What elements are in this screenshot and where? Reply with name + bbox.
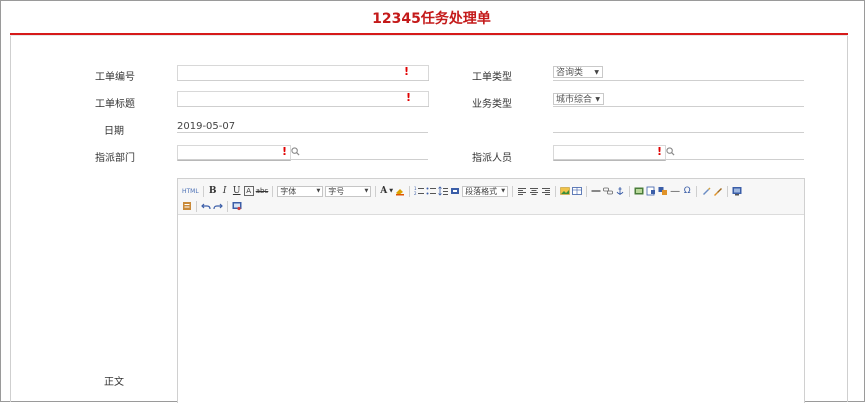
dept-label: 指派部门: [95, 153, 135, 164]
required-indicator: !: [404, 65, 410, 78]
align-right-icon[interactable]: [541, 186, 551, 196]
font-size-select[interactable]: 字号 ▼: [325, 185, 372, 197]
strikethrough-button[interactable]: abc: [256, 185, 269, 197]
template-icon[interactable]: [182, 201, 192, 211]
person-underline: [553, 159, 804, 160]
toolbar-separator: [196, 200, 197, 212]
date-value: 2019-05-07: [177, 121, 236, 132]
editor-content-area[interactable]: [178, 215, 804, 403]
insert-video-icon[interactable]: [634, 186, 644, 196]
toolbar-separator: [272, 185, 274, 197]
toolbar-separator: [227, 200, 228, 212]
toolbar-separator: [409, 185, 411, 197]
order-type-underline: [553, 80, 804, 81]
required-indicator: !: [657, 145, 663, 158]
dept-underline: [177, 159, 428, 160]
search-icon[interactable]: [291, 147, 300, 156]
underline-button[interactable]: U: [232, 185, 242, 197]
preview-icon[interactable]: [232, 201, 242, 211]
font-family-select[interactable]: 字体 ▼: [277, 185, 324, 197]
font-family-value: 字体: [280, 186, 297, 196]
order-no-input[interactable]: !: [177, 65, 429, 81]
chevron-down-icon: ▼: [389, 188, 394, 194]
fullscreen-icon[interactable]: [732, 186, 742, 196]
bold-button[interactable]: B: [208, 185, 218, 197]
link-icon[interactable]: [603, 186, 614, 196]
paragraph-format-value: 段落格式: [465, 186, 498, 196]
biz-type-select[interactable]: 城市综合 ▼: [553, 93, 604, 105]
empty-field-underline: [553, 132, 804, 133]
paragraph-format-select[interactable]: 段落格式 ▼: [462, 185, 509, 197]
toolbar-separator: [202, 185, 204, 197]
chevron-down-icon: ▼: [364, 188, 369, 194]
unordered-list-icon[interactable]: [426, 186, 437, 196]
highlight-color-icon[interactable]: [395, 186, 405, 196]
toolbar-separator: [629, 185, 631, 197]
chevron-down-icon: ▼: [595, 96, 600, 103]
required-indicator: !: [406, 91, 412, 104]
insert-frame-icon[interactable]: [658, 186, 668, 196]
toolbar-separator: [586, 185, 588, 197]
font-color-button[interactable]: A ▼: [380, 185, 393, 197]
form-left-border: [10, 36, 11, 402]
format-brush-icon[interactable]: [713, 186, 723, 196]
order-title-underline: [177, 106, 428, 107]
chevron-down-icon: ▼: [594, 69, 599, 76]
order-no-label: 工单编号: [95, 72, 135, 83]
date-label: 日期: [104, 126, 124, 137]
undo-icon[interactable]: [201, 201, 211, 211]
align-left-icon[interactable]: [517, 186, 527, 196]
toolbar-separator: [696, 185, 698, 197]
insert-file-icon[interactable]: [646, 186, 656, 196]
title-divider-shadow: [10, 35, 848, 36]
rich-text-editor[interactable]: HTML B I U A abc 字体▼ 字号▼ A▼ 12 段落格式▼: [177, 178, 805, 403]
toolbar-row-1: HTML B I U A abc 字体▼ 字号▼ A▼ 12 段落格式▼: [182, 184, 742, 198]
line-height-icon[interactable]: [438, 186, 449, 196]
ordered-list-icon[interactable]: 12: [414, 186, 425, 196]
order-title-input[interactable]: !: [177, 91, 429, 107]
order-type-select[interactable]: 咨询类 ▼: [553, 66, 603, 78]
order-type-label: 工单类型: [472, 72, 512, 83]
body-label: 正文: [104, 377, 124, 388]
font-size-value: 字号: [328, 186, 345, 196]
date-input[interactable]: 2019-05-07: [177, 118, 428, 133]
italic-button[interactable]: I: [220, 185, 230, 197]
form-right-border: [847, 36, 848, 402]
date-underline: [177, 132, 428, 133]
biz-type-underline: [553, 106, 804, 107]
biz-type-label: 业务类型: [472, 99, 512, 110]
toolbar-row-2: [182, 199, 242, 213]
anchor-icon[interactable]: [615, 186, 625, 196]
redo-icon[interactable]: [213, 201, 223, 211]
horizontal-line-icon[interactable]: [591, 186, 601, 196]
editor-toolbar: HTML B I U A abc 字体▼ 字号▼ A▼ 12 段落格式▼: [178, 179, 804, 215]
toolbar-separator: [555, 185, 557, 197]
special-char-button[interactable]: Ω: [682, 185, 692, 197]
horizontal-rule-button[interactable]: —: [670, 185, 680, 197]
pen-icon[interactable]: [701, 186, 711, 196]
align-center-icon[interactable]: [529, 186, 539, 196]
order-type-value: 咨询类: [556, 68, 584, 78]
search-icon[interactable]: [666, 147, 675, 156]
toolbar-separator: [512, 185, 514, 197]
chevron-down-icon: ▼: [501, 188, 506, 194]
toolbar-separator: [375, 185, 377, 197]
biz-type-value: 城市综合: [556, 95, 593, 105]
font-border-button[interactable]: A: [243, 186, 254, 196]
required-indicator: !: [282, 145, 288, 158]
font-color-glyph: A: [380, 186, 388, 196]
chevron-down-icon: ▼: [316, 188, 321, 194]
order-no-underline: [177, 80, 428, 81]
toolbar-separator: [727, 185, 729, 197]
indent-icon[interactable]: [450, 186, 460, 196]
insert-table-icon[interactable]: [572, 186, 583, 196]
insert-image-icon[interactable]: [560, 186, 570, 196]
source-html-button[interactable]: HTML: [182, 185, 199, 197]
svg-text:2: 2: [414, 191, 417, 196]
person-label: 指派人员: [472, 153, 512, 164]
page-title: 12345任务处理单: [372, 11, 491, 27]
order-title-label: 工单标题: [95, 99, 135, 110]
